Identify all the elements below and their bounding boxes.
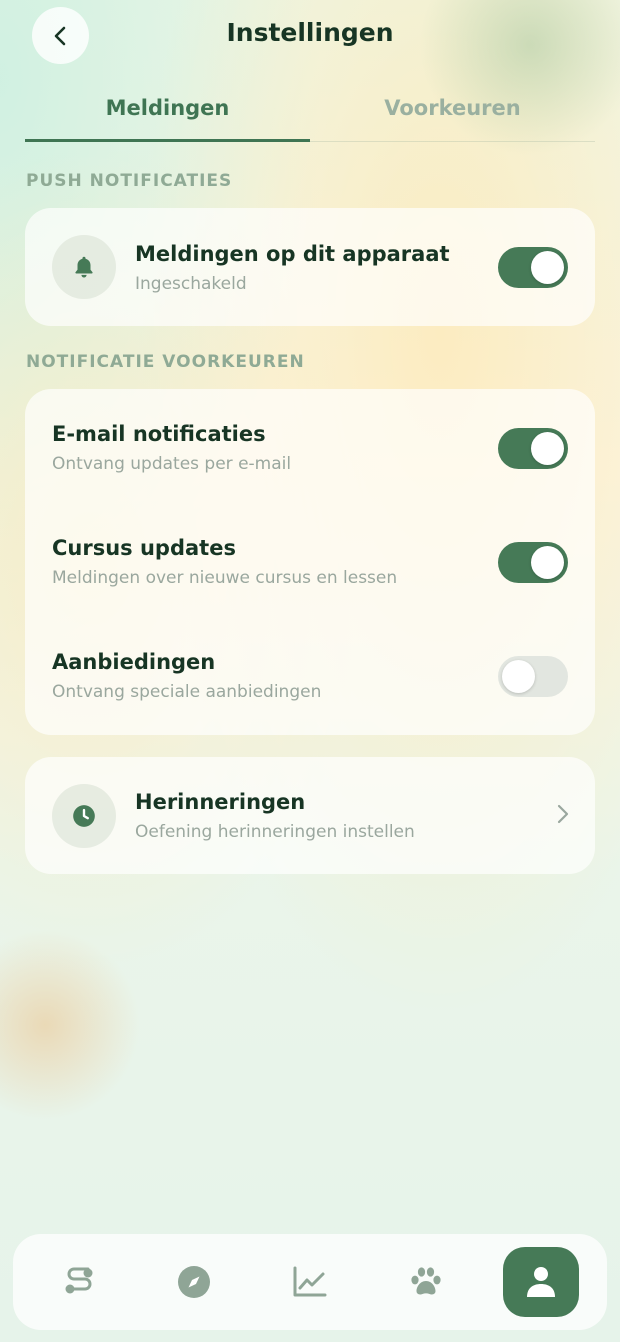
clock-icon	[73, 805, 95, 827]
preferences-card: E-mail notificaties Ontvang updates per …	[25, 389, 595, 735]
tab-voorkeuren[interactable]: Voorkeuren	[310, 90, 595, 142]
section-label-push: PUSH NOTIFICATIES	[26, 171, 233, 191]
paw-icon	[411, 1267, 441, 1295]
push-notifications-toggle[interactable]	[498, 247, 568, 288]
tab-meldingen[interactable]: Meldingen	[25, 90, 310, 142]
toggle-knob	[502, 660, 535, 693]
bell-icon	[75, 256, 93, 278]
toggle-knob	[531, 251, 564, 284]
offers-toggle[interactable]	[498, 656, 568, 697]
chevron-right-icon	[557, 804, 569, 824]
reminders-subtitle: Oefening herinneringen instellen	[135, 822, 415, 842]
chart-line-icon	[293, 1266, 327, 1297]
nav-item-pets[interactable]	[388, 1247, 464, 1317]
email-notifications-title: E-mail notificaties	[52, 422, 266, 446]
push-item-subtitle: Ingeschakeld	[135, 274, 247, 294]
bell-icon-circle	[52, 235, 116, 299]
course-updates-toggle[interactable]	[498, 542, 568, 583]
section-label-preferences: NOTIFICATIE VOORKEUREN	[26, 352, 305, 372]
header: Instellingen	[0, 0, 620, 72]
tab-bar: Meldingen Voorkeuren	[25, 90, 595, 142]
reminders-card[interactable]: Herinneringen Oefening herinneringen ins…	[25, 757, 595, 874]
nav-item-route[interactable]	[41, 1247, 117, 1317]
course-updates-subtitle: Meldingen over nieuwe cursus en lessen	[52, 568, 398, 588]
clock-icon-circle	[52, 784, 116, 848]
email-notifications-subtitle: Ontvang updates per e-mail	[52, 454, 292, 474]
compass-icon	[178, 1266, 210, 1298]
reminders-title: Herinneringen	[135, 790, 306, 814]
push-item-title: Meldingen op dit apparaat	[135, 242, 450, 266]
email-notifications-toggle[interactable]	[498, 428, 568, 469]
page-title: Instellingen	[226, 18, 394, 47]
route-icon	[65, 1267, 93, 1294]
bottom-nav	[13, 1234, 607, 1330]
nav-item-explore[interactable]	[156, 1247, 232, 1317]
offers-title: Aanbiedingen	[52, 650, 216, 674]
user-icon	[527, 1267, 555, 1297]
nav-item-progress[interactable]	[272, 1247, 348, 1317]
offers-subtitle: Ontvang speciale aanbiedingen	[52, 682, 322, 702]
nav-item-profile[interactable]	[503, 1247, 579, 1317]
toggle-knob	[531, 432, 564, 465]
toggle-knob	[531, 546, 564, 579]
course-updates-title: Cursus updates	[52, 536, 236, 560]
push-card: Meldingen op dit apparaat Ingeschakeld	[25, 208, 595, 326]
